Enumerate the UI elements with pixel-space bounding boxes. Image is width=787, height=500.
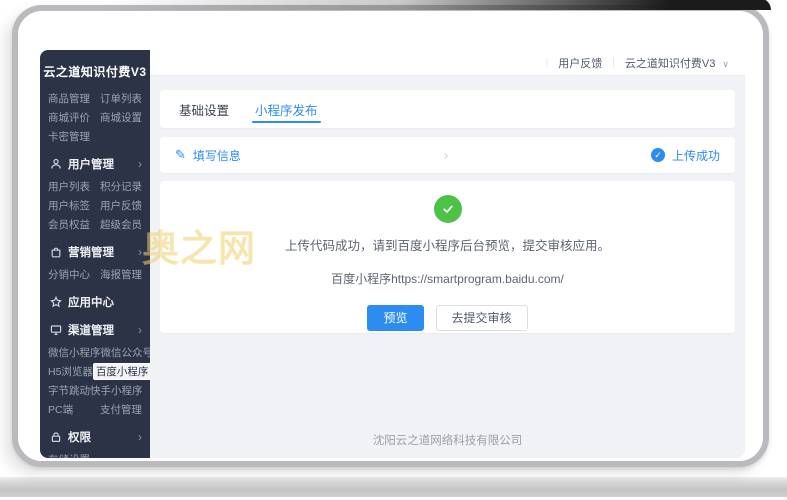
sidebar-item-user-tags[interactable]: 用户标签 [48,198,90,213]
baidu-console-link[interactable]: 百度小程序https://smartprogram.baidu.com/ [160,270,735,287]
sidebar-row: 分销中心 海报管理 [40,265,150,284]
sidebar-section-label: 权限 [68,429,91,445]
sidebar-section-label: 营销管理 [68,244,114,260]
sidebar-item-wechat-official[interactable]: 微信公众号 [101,345,151,360]
sidebar-item-payment[interactable]: 支付管理 [100,402,142,417]
sidebar-item-goods[interactable]: 商品管理 [48,91,90,106]
sidebar-row: 商品管理 订单列表 [40,89,150,108]
chevron-down-icon: ∨ [722,59,729,69]
sidebar-row: 用户列表 积分记录 [40,177,150,196]
sidebar-row: 字节跳动 快手小程序 [40,381,150,400]
step-fill-info: ✎ 填写信息 [175,147,241,164]
sidebar-item-pc[interactable]: PC端 [48,402,73,417]
user-feedback-link[interactable]: 用户反馈 [558,55,602,71]
sidebar-item-points[interactable]: 积分记录 [100,179,142,194]
success-icon [434,195,462,223]
sidebar-item-storage[interactable]: 存储设置 [48,452,90,458]
sidebar-item-user-list[interactable]: 用户列表 [48,179,90,194]
sidebar-item-distribution[interactable]: 分销中心 [48,267,90,282]
user-icon [50,158,62,170]
sidebar-section-label: 渠道管理 [68,322,114,338]
tab-basic-settings[interactable]: 基础设置 [166,90,242,128]
sidebar-section-permissions[interactable]: 权限 › [40,426,150,447]
tab-miniprogram-publish[interactable]: 小程序发布 [242,90,331,128]
sidebar-row: 微信小程序 微信公众号 [40,343,150,362]
sidebar-row: H5浏览器 百度小程序 [40,362,150,381]
sidebar-row: 存储设置 [40,450,150,458]
step-label: 上传成功 [672,147,720,164]
star-icon [50,296,62,308]
lock-icon [50,431,62,443]
upload-success-message: 上传代码成功，请到百度小程序后台预览，提交审核应用。 [160,235,735,254]
sidebar-section-apps[interactable]: 应用中心 [40,291,150,312]
bag-icon [50,246,62,258]
sidebar-item-member-benefits[interactable]: 会员权益 [48,217,90,232]
sidebar-item-mall-settings[interactable]: 商城设置 [100,110,142,125]
sidebar-section-marketing[interactable]: 营销管理 › [40,241,150,262]
sidebar-section-users[interactable]: 用户管理 › [40,153,150,174]
edit-icon: ✎ [175,147,186,163]
sidebar-row: 用户标签 用户反馈 [40,196,150,215]
divider: | [612,57,615,68]
sidebar-item-wechat-mini[interactable]: 微信小程序 [48,345,101,360]
sidebar-item-super-member[interactable]: 超级会员 [100,217,142,232]
action-buttons: 预览 去提交审核 [160,305,735,331]
sidebar-section-label: 用户管理 [68,156,114,172]
sidebar-item-baidu-mini[interactable]: 百度小程序 [93,363,150,380]
chevron-right-icon: › [241,147,651,164]
sidebar-item-mall-review[interactable]: 商城评价 [48,110,90,125]
account-dropdown[interactable]: 云之道知识付费V3 ∨ [625,55,729,71]
main-area: | 用户反馈 | 云之道知识付费V3 ∨ 基础设置 小程序发布 ✎ 填写信息 ›… [150,50,745,458]
top-header: | 用户反馈 | 云之道知识付费V3 ∨ [150,50,745,76]
monitor-icon [50,324,62,336]
step-label: 填写信息 [193,147,241,164]
sidebar-item-orders[interactable]: 订单列表 [100,91,142,106]
chevron-right-icon: › [138,246,142,258]
sidebar: 云之道知识付费V3 商品管理 订单列表 商城评价 商城设置 卡密管理 用户管理 … [40,50,150,458]
step-upload-success: ✓ 上传成功 [651,147,720,164]
sidebar-row: PC端 支付管理 [40,400,150,419]
sidebar-row: 商城评价 商城设置 [40,108,150,127]
chevron-right-icon: › [138,158,142,170]
sidebar-item-posters[interactable]: 海报管理 [100,267,142,282]
result-panel: 上传代码成功，请到百度小程序后台预览，提交审核应用。 百度小程序https://… [160,181,735,333]
sidebar-section-label: 应用中心 [68,294,114,310]
sidebar-row: 卡密管理 [40,127,150,146]
check-circle-icon: ✓ [651,148,665,162]
preview-button[interactable]: 预览 [367,305,423,331]
device-stand [0,477,787,497]
sidebar-item-bytedance[interactable]: 字节跳动 [48,383,90,398]
sidebar-section-channels[interactable]: 渠道管理 › [40,319,150,340]
chevron-right-icon: › [138,431,142,443]
submit-review-button[interactable]: 去提交审核 [436,305,528,331]
app-title: 云之道知识付费V3 [40,50,150,89]
tabs-bar: 基础设置 小程序发布 [160,90,735,128]
account-name: 云之道知识付费V3 [625,58,715,70]
sidebar-item-card-keys[interactable]: 卡密管理 [48,129,90,144]
sidebar-item-h5-browser[interactable]: H5浏览器 [48,364,93,379]
sidebar-item-kuaishou-mini[interactable]: 快手小程序 [90,383,143,398]
chevron-right-icon: › [138,324,142,336]
sidebar-row: 会员权益 超级会员 [40,215,150,234]
divider: | [546,57,549,68]
footer-company: 沈阳云之道网络科技有限公司 [150,432,745,448]
steps-bar: ✎ 填写信息 › ✓ 上传成功 [160,137,735,173]
sidebar-item-user-feedback[interactable]: 用户反馈 [100,198,142,213]
